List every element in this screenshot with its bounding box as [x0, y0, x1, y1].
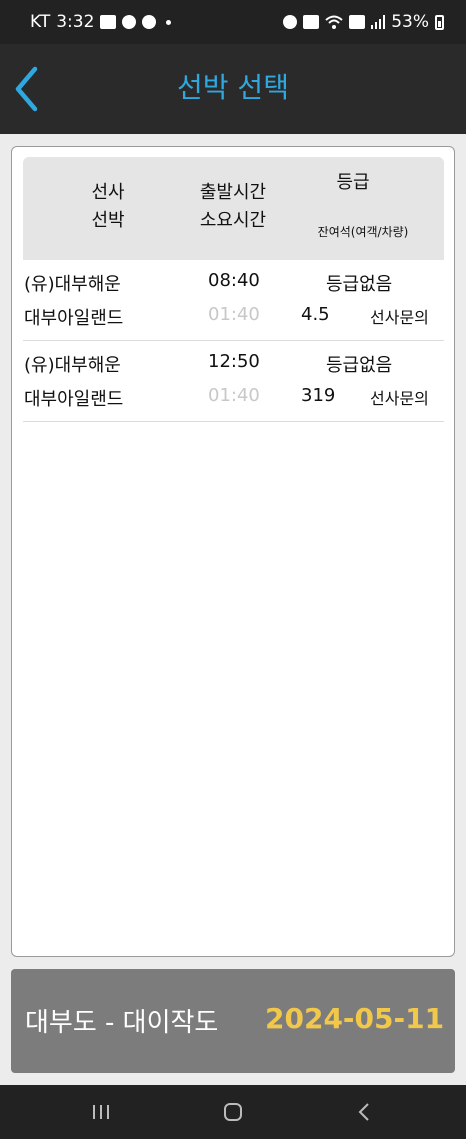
app-header: 선박 선택 [0, 44, 466, 134]
company-name: (유)대부해운 [24, 274, 121, 295]
ship-name: 대부아일랜드 [24, 389, 124, 410]
departure-time: 12:50 [208, 351, 260, 372]
recent-apps-icon [93, 1105, 109, 1119]
seat-grade: 등급없음 [326, 355, 393, 376]
seat-grade: 등급없음 [326, 274, 393, 295]
route-label: 대부도 - 대이작도 [25, 1008, 219, 1038]
travel-date: 2024-05-11 [265, 1002, 445, 1035]
mute-icon [303, 15, 320, 29]
travel-duration: 01:40 [208, 385, 260, 406]
wifi-icon [325, 15, 343, 29]
column-header-company: 선사 선박 [91, 182, 125, 231]
recent-apps-button[interactable] [86, 1099, 116, 1125]
vehicle-seats-contact: 선사문의 [370, 389, 429, 408]
chat-icon [142, 15, 157, 29]
home-button[interactable] [218, 1099, 248, 1125]
nav-back-button[interactable] [349, 1099, 379, 1125]
clock: 3:32 [56, 12, 95, 32]
page-title: 선박 선택 [177, 71, 289, 104]
system-nav-bar [0, 1085, 466, 1139]
home-icon [224, 1103, 242, 1121]
hd-icon [349, 15, 366, 29]
remaining-seats: 319 [301, 385, 336, 406]
company-name: (유)대부해운 [24, 355, 121, 376]
battery-icon [435, 14, 444, 30]
table-header: 선사 선박 출발시간 소요시간 등급 잔여석(여객/차량) [23, 157, 444, 260]
column-header-grade: 등급 [336, 172, 370, 193]
vehicle-seats-contact: 선사문의 [370, 308, 429, 327]
gallery-icon [100, 15, 117, 29]
departure-time: 08:40 [208, 270, 260, 291]
remaining-seats: 4.5 [301, 304, 330, 325]
ship-row[interactable]: (유)대부해운 대부아일랜드 12:50 01:40 등급없음 319 선사문의 [23, 341, 444, 422]
travel-duration: 01:40 [208, 304, 260, 325]
signal-icon [371, 15, 386, 29]
column-header-time: 출발시간 소요시간 [199, 182, 267, 231]
alarm-icon [283, 15, 298, 29]
route-summary: 대부도 - 대이작도 2024-05-11 [11, 969, 455, 1073]
ship-name: 대부아일랜드 [24, 308, 124, 329]
status-bar: KT 3:32 53% [0, 0, 466, 44]
battery-percent: 53% [391, 12, 429, 32]
back-icon [358, 1103, 369, 1121]
carrier-label: KT [30, 12, 51, 32]
ship-list-panel: 선사 선박 출발시간 소요시간 등급 잔여석(여객/차량) (유)대부해운 대부… [11, 146, 455, 957]
cloud-icon [122, 15, 137, 29]
ship-row[interactable]: (유)대부해운 대부아일랜드 08:40 01:40 등급없음 4.5 선사문의 [23, 260, 444, 341]
column-header-seats: 잔여석(여객/차량) [317, 225, 409, 239]
dot-icon [166, 19, 172, 25]
